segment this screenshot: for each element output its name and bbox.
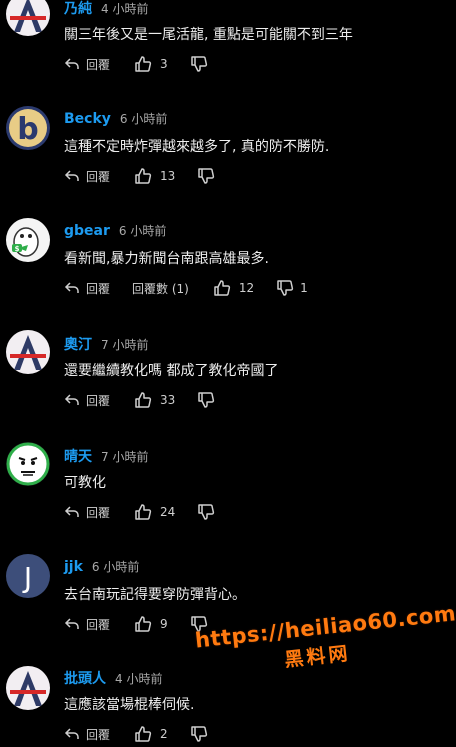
comment-item: $ gbear 6 小時前 看新聞,暴力新聞台南跟高雄最多. 回覆 回覆數 (1… xyxy=(0,216,456,328)
like-button[interactable]: 33 xyxy=(134,391,175,409)
thumbs-down-icon xyxy=(198,168,215,184)
svg-text:b: b xyxy=(17,112,38,147)
comment-text: 去台南玩記得要穿防彈背心。 xyxy=(64,587,246,603)
username[interactable]: gbear xyxy=(64,223,110,239)
letter-a-avatar[interactable] xyxy=(6,666,50,710)
comment-item: b Becky 6 小時前 這種不定時炸彈越來越多了, 真的防不勝防. 回覆 1… xyxy=(0,104,456,216)
letter-a-avatar[interactable] xyxy=(6,0,50,36)
cartoon-bird-avatar[interactable]: $ xyxy=(6,218,50,262)
username[interactable]: Becky xyxy=(64,111,111,127)
thumbs-up-icon xyxy=(214,280,230,296)
reply-button[interactable]: 回覆 xyxy=(64,280,110,297)
reply-button[interactable]: 回覆 xyxy=(64,392,110,409)
thumbs-up-icon xyxy=(135,616,152,632)
reply-label: 回覆 xyxy=(86,281,111,296)
timestamp: 4 小時前 xyxy=(115,672,163,686)
reply-label: 回覆 xyxy=(86,727,111,742)
comment-text: 這應該當場棍棒伺候. xyxy=(64,697,195,713)
thumbs-down-icon xyxy=(190,56,207,72)
reply-arrow-icon xyxy=(64,394,79,405)
like-count: 33 xyxy=(160,393,176,407)
username[interactable]: 奧汀 xyxy=(64,334,92,354)
timestamp: 6 小時前 xyxy=(91,560,140,574)
comment-text: 看新聞,暴力新聞台南跟高雄最多. xyxy=(64,251,269,267)
reply-arrow-icon xyxy=(64,728,79,739)
like-button[interactable]: 9 xyxy=(134,615,168,633)
timestamp: 7 小時前 xyxy=(101,450,149,464)
comment-item: 晴天 7 小時前 可教化 回覆 24 xyxy=(0,440,456,552)
dislike-button[interactable] xyxy=(190,725,214,743)
like-count: 13 xyxy=(160,169,176,183)
reply-label: 回覆 xyxy=(86,169,111,184)
like-button[interactable]: 3 xyxy=(134,55,168,73)
dislike-button[interactable]: 1 xyxy=(276,279,308,297)
reply-label: 回覆 xyxy=(86,57,111,72)
like-count: 9 xyxy=(160,617,168,631)
timestamp: 4 小時前 xyxy=(101,2,149,16)
reply-button[interactable]: 回覆 xyxy=(64,504,110,521)
username[interactable]: 批頭人 xyxy=(64,668,106,688)
thumbs-down-icon xyxy=(198,504,215,520)
reply-button[interactable]: 回覆 xyxy=(64,726,110,743)
thumbs-down-icon xyxy=(277,280,294,296)
thumbs-up-icon xyxy=(135,726,152,742)
dislike-button[interactable] xyxy=(190,55,214,73)
username[interactable]: 乃純 xyxy=(64,0,92,18)
like-count: 12 xyxy=(238,281,255,295)
timestamp: 6 小時前 xyxy=(118,224,167,238)
username[interactable]: jjk xyxy=(64,559,83,575)
username[interactable]: 晴天 xyxy=(64,446,92,466)
like-button[interactable]: 12 xyxy=(213,279,254,297)
reply-button[interactable]: 回覆 xyxy=(64,616,110,633)
like-button[interactable]: 2 xyxy=(134,725,168,743)
like-count: 24 xyxy=(160,505,176,519)
reply-label: 回覆 xyxy=(86,505,111,520)
comment-item: J jjk 6 小時前 去台南玩記得要穿防彈背心。 回覆 9 xyxy=(0,552,456,664)
thumbs-up-icon xyxy=(135,392,152,408)
like-button[interactable]: 13 xyxy=(134,167,175,185)
comment-text: 可教化 xyxy=(64,475,106,491)
reply-label: 回覆 xyxy=(86,393,111,408)
like-button[interactable]: 24 xyxy=(134,503,175,521)
dislike-button[interactable] xyxy=(197,167,221,185)
comment-item: 乃純 4 小時前 關三年後又是一尾活龍, 重點是可能關不到三年 回覆 3 xyxy=(0,0,456,104)
reply-label: 回覆 xyxy=(86,617,111,632)
reply-button[interactable]: 回覆 xyxy=(64,56,110,73)
comment-text: 還要繼續教化嗎 都成了教化帝國了 xyxy=(64,363,279,379)
thumbs-up-icon xyxy=(135,56,152,72)
thumbs-down-icon xyxy=(190,726,207,742)
reply-arrow-icon xyxy=(64,58,79,69)
comment-item: 奧汀 7 小時前 還要繼續教化嗎 都成了教化帝國了 回覆 33 xyxy=(0,328,456,440)
reply-button[interactable]: 回覆 xyxy=(64,168,110,185)
svg-text:J: J xyxy=(22,561,32,594)
dislike-button[interactable] xyxy=(197,503,221,521)
letter-j-avatar[interactable]: J xyxy=(6,554,50,598)
rage-face-avatar[interactable] xyxy=(6,442,50,486)
thumbs-up-icon xyxy=(135,168,152,184)
dislike-count: 1 xyxy=(300,281,308,295)
reply-arrow-icon xyxy=(64,282,79,293)
comment-item: 批頭人 4 小時前 這應該當場棍棒伺候. 回覆 2 xyxy=(0,664,456,747)
reply-arrow-icon xyxy=(64,170,79,181)
thumbs-down-icon xyxy=(198,392,215,408)
timestamp: 7 小時前 xyxy=(101,338,149,352)
reply-arrow-icon xyxy=(64,618,79,629)
letter-b-avatar[interactable]: b xyxy=(6,106,50,150)
svg-text:$: $ xyxy=(15,245,20,253)
dislike-button[interactable] xyxy=(197,391,221,409)
comment-text: 關三年後又是一尾活龍, 重點是可能關不到三年 xyxy=(64,27,353,43)
comment-text: 這種不定時炸彈越來越多了, 真的防不勝防. xyxy=(64,139,330,155)
view-replies-button[interactable]: 回覆數 (1) xyxy=(132,280,189,297)
letter-a-avatar[interactable] xyxy=(6,330,50,374)
thumbs-up-icon xyxy=(135,504,152,520)
dislike-button[interactable] xyxy=(190,615,214,633)
like-count: 2 xyxy=(160,727,168,741)
reply-arrow-icon xyxy=(64,506,79,517)
timestamp: 6 小時前 xyxy=(119,112,168,126)
like-count: 3 xyxy=(160,57,168,71)
thumbs-down-icon xyxy=(190,616,207,632)
